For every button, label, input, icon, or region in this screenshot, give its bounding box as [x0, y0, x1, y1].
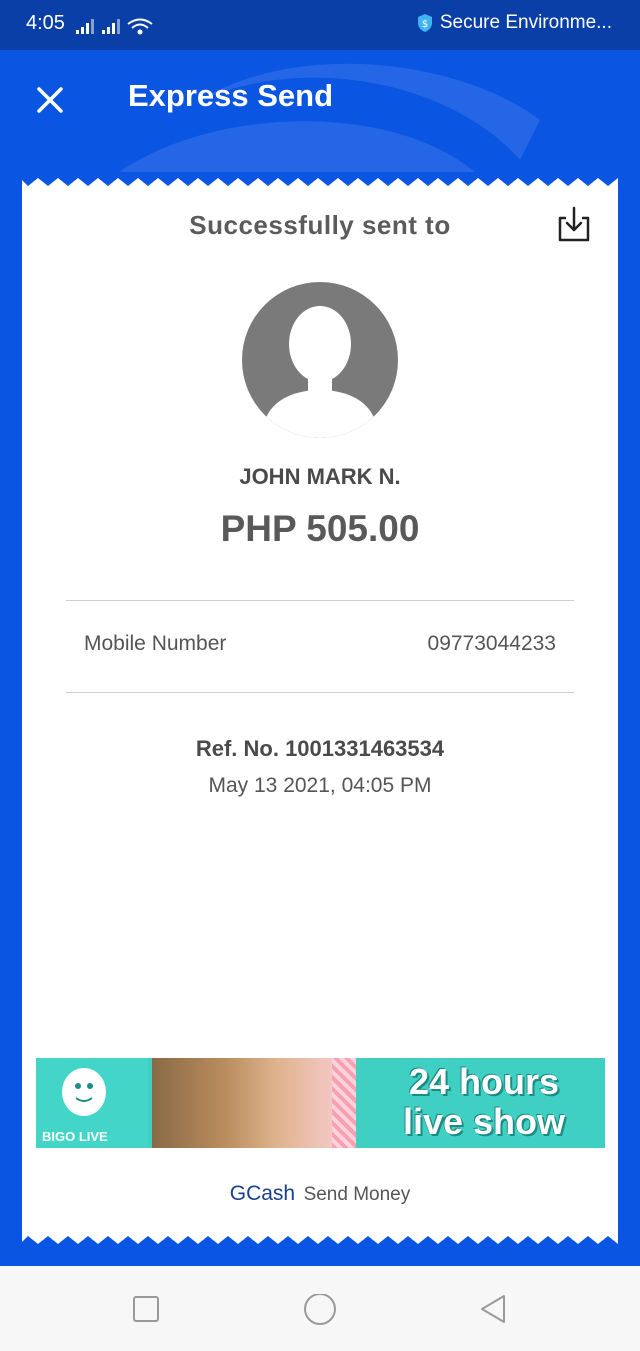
recipient-avatar	[242, 282, 398, 438]
ad-photo	[152, 1058, 332, 1148]
system-navigation-bar	[0, 1266, 640, 1351]
download-icon	[558, 206, 590, 242]
success-message: Successfully sent to	[189, 210, 451, 240]
send-money-label: Send Money	[303, 1184, 411, 1205]
ad-line-1: 24 hours	[408, 1061, 560, 1102]
gcash-logo-text: GCash	[229, 1182, 296, 1205]
ad-headline: 24 hours live show	[366, 1062, 602, 1142]
home-button[interactable]	[303, 1293, 336, 1325]
ad-banner[interactable]: BIGO LIVE 24 hours live show	[36, 1058, 605, 1148]
status-time: 4:05	[26, 12, 65, 34]
transaction-datetime: May 13 2021, 04:05 PM	[208, 774, 432, 797]
mobile-number-label: Mobile Number	[84, 632, 227, 655]
page-title: Express Send	[128, 78, 334, 113]
secure-environment-indicator: $ Secure Environme...	[416, 12, 612, 34]
divider	[66, 600, 574, 601]
header: Express Send	[0, 50, 640, 170]
shield-icon: $	[417, 14, 432, 32]
ad-decoration	[332, 1058, 356, 1148]
recent-apps-button[interactable]	[131, 1294, 161, 1324]
download-receipt-button[interactable]	[556, 206, 592, 244]
status-bar: 4:05 $ Secure Environme...	[0, 0, 640, 50]
back-button[interactable]	[478, 1294, 508, 1324]
bigo-mascot-icon	[62, 1068, 106, 1116]
ad-line-2: live show	[402, 1101, 566, 1142]
recipient-name: JOHN MARK N.	[239, 464, 401, 489]
svg-text:$: $	[422, 19, 428, 30]
ad-brand-text: BIGO LIVE	[42, 1129, 108, 1144]
user-silhouette-icon	[262, 306, 378, 438]
reference-number: Ref. No. 1001331463534	[195, 736, 445, 761]
back-triangle-icon	[481, 1295, 505, 1323]
receipt-top-edge	[22, 172, 618, 186]
mobile-number-value: 09773044233	[427, 632, 556, 655]
receipt-card: Successfully sent to JOHN MARK N. PHP 50…	[22, 172, 618, 1250]
close-icon	[37, 87, 63, 113]
close-button[interactable]	[34, 84, 66, 116]
sent-amount: PHP 505.00	[220, 508, 420, 549]
square-icon	[133, 1296, 159, 1322]
receipt-bottom-edge	[22, 1236, 618, 1250]
signal-wifi-icons	[76, 18, 156, 41]
circle-icon	[304, 1293, 336, 1325]
secure-environment-text: Secure Environme...	[439, 12, 612, 33]
footer-brand: GCash Send Money	[22, 1182, 618, 1206]
divider	[66, 692, 574, 693]
bigo-live-logo: BIGO LIVE	[36, 1058, 148, 1148]
